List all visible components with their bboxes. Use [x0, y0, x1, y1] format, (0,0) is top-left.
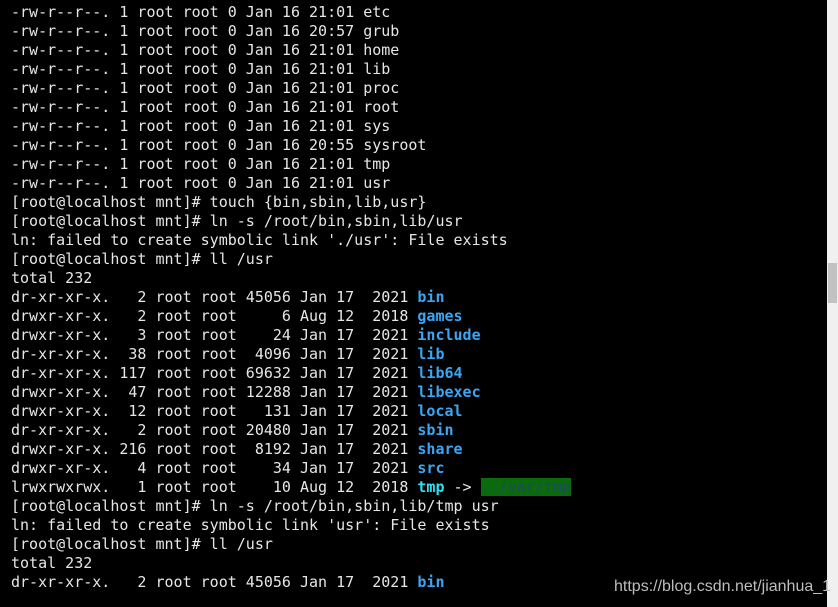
terminal-line: dr-xr-xr-x. 2 root root 45056 Jan 17 202…: [11, 573, 571, 592]
file-name: lib: [417, 345, 445, 363]
terminal-line: -rw-r--r--. 1 root root 0 Jan 16 21:01 p…: [11, 79, 571, 98]
scrollbar-thumb[interactable]: [828, 263, 837, 303]
file-name: sbin: [417, 421, 454, 439]
link-target: ../var/tmp: [480, 478, 571, 496]
line-text: -rw-r--r--. 1 root root 0 Jan 16 21:01 e…: [11, 3, 391, 21]
terminal-line: [root@localhost mnt]# ln -s /root/bin,sb…: [11, 212, 571, 231]
line-text: dr-xr-xr-x. 2 root root 45056 Jan 17 202…: [11, 573, 418, 591]
line-text: [root@localhost mnt]# ll /usr: [11, 535, 273, 553]
terminal-line: -rw-r--r--. 1 root root 0 Jan 16 20:55 s…: [11, 136, 571, 155]
terminal-line: dr-xr-xr-x. 2 root root 20480 Jan 17 202…: [11, 421, 571, 440]
file-name: tmp: [417, 478, 445, 496]
terminal-line: -rw-r--r--. 1 root root 0 Jan 16 21:01 u…: [11, 174, 571, 193]
line-text: total 232: [11, 554, 93, 572]
terminal-line: -rw-r--r--. 1 root root 0 Jan 16 21:01 h…: [11, 41, 571, 60]
line-text: -rw-r--r--. 1 root root 0 Jan 16 21:01 r…: [11, 98, 400, 116]
file-name: share: [417, 440, 463, 458]
file-name: lib64: [417, 364, 463, 382]
terminal-line: drwxr-xr-x. 12 root root 131 Jan 17 2021…: [11, 402, 571, 421]
terminal-line: drwxr-xr-x. 2 root root 6 Aug 12 2018 ga…: [11, 307, 571, 326]
file-name: src: [417, 459, 445, 477]
terminal-line: dr-xr-xr-x. 38 root root 4096 Jan 17 202…: [11, 345, 571, 364]
terminal-line: ln: failed to create symbolic link './us…: [11, 231, 571, 250]
line-text: dr-xr-xr-x. 38 root root 4096 Jan 17 202…: [11, 345, 418, 363]
terminal-line: [root@localhost mnt]# ln -s /root/bin,sb…: [11, 497, 571, 516]
file-name: libexec: [417, 383, 481, 401]
terminal-line: -rw-r--r--. 1 root root 0 Jan 16 20:57 g…: [11, 22, 571, 41]
terminal-line: drwxr-xr-x. 216 root root 8192 Jan 17 20…: [11, 440, 571, 459]
line-text: lrwxrwxrwx. 1 root root 10 Aug 12 2018: [11, 478, 418, 496]
line-text: drwxr-xr-x. 12 root root 131 Jan 17 2021: [11, 402, 418, 420]
terminal-line: total 232: [11, 269, 571, 288]
file-name: bin: [417, 573, 445, 591]
vertical-scrollbar[interactable]: [827, 0, 838, 607]
terminal-line: -rw-r--r--. 1 root root 0 Jan 16 21:01 t…: [11, 155, 571, 174]
line-text: -rw-r--r--. 1 root root 0 Jan 16 21:01 t…: [11, 155, 391, 173]
terminal-line: dr-xr-xr-x. 2 root root 45056 Jan 17 202…: [11, 288, 571, 307]
terminal-line: ln: failed to create symbolic link 'usr'…: [11, 516, 571, 535]
line-text: dr-xr-xr-x. 117 root root 69632 Jan 17 2…: [11, 364, 418, 382]
terminal-line: dr-xr-xr-x. 117 root root 69632 Jan 17 2…: [11, 364, 571, 383]
terminal-line: -rw-r--r--. 1 root root 0 Jan 16 21:01 e…: [11, 3, 571, 22]
line-text: -rw-r--r--. 1 root root 0 Jan 16 20:55 s…: [11, 136, 427, 154]
link-arrow: ->: [444, 478, 481, 496]
terminal-line: drwxr-xr-x. 3 root root 24 Jan 17 2021 i…: [11, 326, 571, 345]
line-text: -rw-r--r--. 1 root root 0 Jan 16 21:01 l…: [11, 60, 391, 78]
line-text: drwxr-xr-x. 47 root root 12288 Jan 17 20…: [11, 383, 418, 401]
line-text: [root@localhost mnt]# touch {bin,sbin,li…: [11, 193, 427, 211]
line-text: -rw-r--r--. 1 root root 0 Jan 16 21:01 u…: [11, 174, 391, 192]
terminal-output[interactable]: -rw-r--r--. 1 root root 0 Jan 16 21:01 e…: [11, 3, 571, 592]
line-text: total 232: [11, 269, 93, 287]
terminal-line: drwxr-xr-x. 4 root root 34 Jan 17 2021 s…: [11, 459, 571, 478]
line-text: drwxr-xr-x. 216 root root 8192 Jan 17 20…: [11, 440, 418, 458]
line-text: drwxr-xr-x. 3 root root 24 Jan 17 2021: [11, 326, 418, 344]
terminal-line: [root@localhost mnt]# ll /usr: [11, 250, 571, 269]
file-name: games: [417, 307, 463, 325]
terminal-line: [root@localhost mnt]# ll /usr: [11, 535, 571, 554]
file-name: local: [417, 402, 463, 420]
terminal-line: -rw-r--r--. 1 root root 0 Jan 16 21:01 s…: [11, 117, 571, 136]
terminal-line: [root@localhost mnt]# touch {bin,sbin,li…: [11, 193, 571, 212]
file-name: bin: [417, 288, 445, 306]
terminal-line: -rw-r--r--. 1 root root 0 Jan 16 21:01 r…: [11, 98, 571, 117]
line-text: -rw-r--r--. 1 root root 0 Jan 16 20:57 g…: [11, 22, 400, 40]
line-text: [root@localhost mnt]# ln -s /root/bin,sb…: [11, 212, 463, 230]
file-name: include: [417, 326, 481, 344]
line-text: ln: failed to create symbolic link 'usr'…: [11, 516, 490, 534]
line-text: dr-xr-xr-x. 2 root root 45056 Jan 17 202…: [11, 288, 418, 306]
watermark: https://blog.csdn.net/jianhua_1: [614, 578, 832, 595]
line-text: drwxr-xr-x. 4 root root 34 Jan 17 2021: [11, 459, 418, 477]
terminal-line: total 232: [11, 554, 571, 573]
line-text: -rw-r--r--. 1 root root 0 Jan 16 21:01 h…: [11, 41, 400, 59]
line-text: -rw-r--r--. 1 root root 0 Jan 16 21:01 s…: [11, 117, 391, 135]
line-text: -rw-r--r--. 1 root root 0 Jan 16 21:01 p…: [11, 79, 400, 97]
terminal-line: drwxr-xr-x. 47 root root 12288 Jan 17 20…: [11, 383, 571, 402]
line-text: [root@localhost mnt]# ln -s /root/bin,sb…: [11, 497, 499, 515]
line-text: drwxr-xr-x. 2 root root 6 Aug 12 2018: [11, 307, 418, 325]
terminal-line: -rw-r--r--. 1 root root 0 Jan 16 21:01 l…: [11, 60, 571, 79]
terminal-line: lrwxrwxrwx. 1 root root 10 Aug 12 2018 t…: [11, 478, 571, 497]
line-text: [root@localhost mnt]# ll /usr: [11, 250, 273, 268]
line-text: ln: failed to create symbolic link './us…: [11, 231, 508, 249]
line-text: dr-xr-xr-x. 2 root root 20480 Jan 17 202…: [11, 421, 418, 439]
